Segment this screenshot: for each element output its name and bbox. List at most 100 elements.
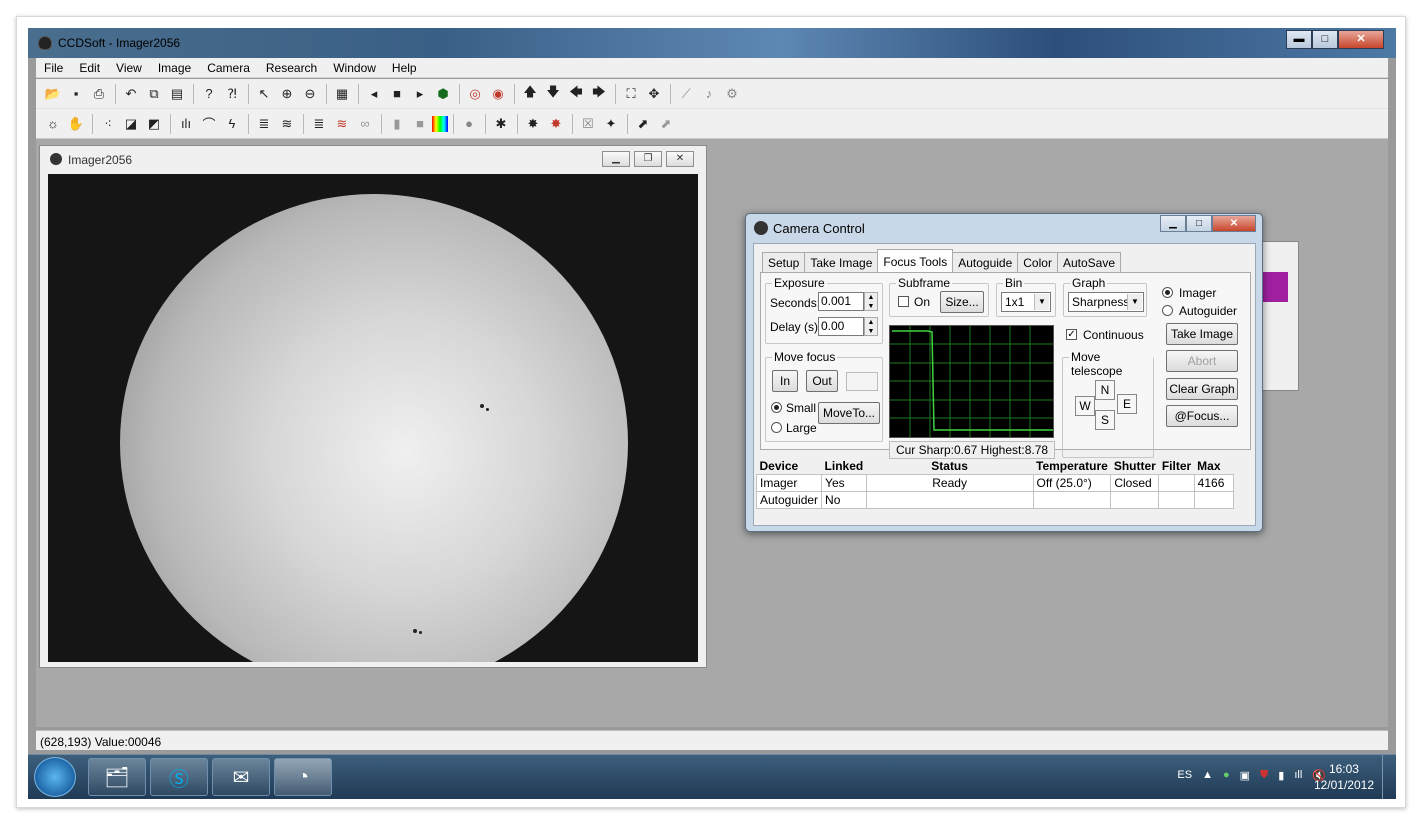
imager-radio[interactable]: [1162, 287, 1173, 298]
circle-icon[interactable]: ●: [458, 113, 480, 135]
child-restore-button[interactable]: ❐: [634, 151, 662, 167]
invert-icon[interactable]: ◪: [120, 113, 142, 135]
telescope-icon[interactable]: ⟋: [675, 83, 697, 105]
print-icon[interactable]: ⎙: [88, 83, 110, 105]
small-step-radio[interactable]: [771, 402, 782, 413]
security-icon[interactable]: ●: [1223, 769, 1230, 782]
seconds-input[interactable]: 0.001: [818, 292, 864, 311]
skype-taskbar-button[interactable]: Ⓢ: [150, 758, 208, 796]
open-folder-icon[interactable]: 📂: [42, 83, 64, 105]
paste-icon[interactable]: ▤: [166, 83, 188, 105]
child-minimize-button[interactable]: ▁: [602, 151, 630, 167]
context-help-icon[interactable]: ⁈: [221, 83, 243, 105]
abort-button[interactable]: Abort: [1166, 350, 1238, 372]
focus-steps-input[interactable]: [846, 372, 878, 391]
tab-setup[interactable]: Setup: [762, 252, 806, 272]
stack-add-icon[interactable]: ≋: [276, 113, 298, 135]
thunderbird-taskbar-button[interactable]: ✉: [212, 758, 270, 796]
collapse-icon[interactable]: ✥: [643, 83, 665, 105]
maximize-button[interactable]: □: [1312, 30, 1338, 49]
table-row[interactable]: Autoguider No: [755, 491, 1235, 509]
zoom-in-icon[interactable]: ⊕: [276, 83, 298, 105]
antivirus-icon[interactable]: ⛊: [1260, 769, 1268, 782]
device-icon[interactable]: ▮: [1278, 769, 1284, 782]
gray-block-icon[interactable]: ▮: [386, 113, 408, 135]
graph-select[interactable]: Sharpness ▼: [1068, 292, 1144, 312]
pointer-icon[interactable]: ↖: [253, 83, 275, 105]
subframe-on-checkbox[interactable]: [898, 296, 909, 307]
stop-icon[interactable]: ■: [386, 83, 408, 105]
arrow-box-gray-icon[interactable]: ⬈: [655, 113, 677, 135]
gray-square-icon[interactable]: ■: [409, 113, 431, 135]
undo-icon[interactable]: ↶: [120, 83, 142, 105]
burst-red-icon[interactable]: ✸: [545, 113, 567, 135]
stars-icon[interactable]: ⁖: [97, 113, 119, 135]
dialog-close-button[interactable]: ✕: [1212, 215, 1256, 232]
slew-up-icon[interactable]: 🡅: [519, 83, 541, 105]
delay-input[interactable]: 0.00: [818, 317, 864, 336]
curve-icon[interactable]: ⌒: [198, 113, 220, 135]
size-button[interactable]: Size...: [940, 291, 984, 313]
x-box-icon[interactable]: ☒: [577, 113, 599, 135]
profile-icon[interactable]: ϟ: [221, 113, 243, 135]
camera-icon[interactable]: ⚙: [721, 83, 743, 105]
tab-color[interactable]: Color: [1017, 252, 1058, 272]
zoom-out-icon[interactable]: ⊖: [299, 83, 321, 105]
slew-down-icon[interactable]: 🡇: [542, 83, 564, 105]
signal-icon[interactable]: ıll: [1294, 769, 1302, 782]
explorer-taskbar-button[interactable]: 🗂: [88, 758, 146, 796]
color-combine-icon[interactable]: ≋: [331, 113, 353, 135]
focus-in-button[interactable]: In: [772, 370, 798, 392]
south-button[interactable]: S: [1095, 410, 1115, 430]
bin-select[interactable]: 1x1 ▼: [1001, 292, 1051, 312]
delay-spinner[interactable]: ▲ ▼: [864, 317, 878, 336]
west-button[interactable]: W: [1075, 396, 1095, 416]
autoguider-radio[interactable]: [1162, 305, 1173, 316]
focus-out-button[interactable]: Out: [806, 370, 838, 392]
menu-view[interactable]: View: [108, 58, 150, 77]
language-indicator[interactable]: ES: [1177, 769, 1192, 782]
help-icon[interactable]: ?: [198, 83, 220, 105]
east-button[interactable]: E: [1117, 394, 1137, 414]
moveto-button[interactable]: MoveTo...: [818, 402, 880, 424]
star-box-icon[interactable]: ✦: [600, 113, 622, 135]
take-image-button[interactable]: Take Image: [1166, 323, 1238, 345]
imager-window-titlebar[interactable]: Imager2056 ▁ ❐ ✕: [40, 146, 706, 172]
sound-icon[interactable]: ♪: [698, 83, 720, 105]
hand-icon[interactable]: ✋: [65, 113, 87, 135]
next-icon[interactable]: ▸: [409, 83, 431, 105]
menu-image[interactable]: Image: [150, 58, 199, 77]
tab-focus-tools[interactable]: Focus Tools: [877, 249, 954, 272]
clear-graph-button[interactable]: Clear Graph: [1166, 378, 1238, 400]
start-button[interactable]: [34, 757, 76, 797]
table-row[interactable]: Imager Yes Ready Off (25.0°) Closed 4166: [755, 474, 1235, 492]
seconds-spinner[interactable]: ▲ ▼: [864, 292, 878, 311]
taskbar-clock[interactable]: 16:03 12/01/2012: [1314, 761, 1374, 793]
combine-icon[interactable]: ≣: [308, 113, 330, 135]
close-button[interactable]: ✕: [1338, 30, 1384, 49]
menu-camera[interactable]: Camera: [199, 58, 258, 77]
menu-window[interactable]: Window: [325, 58, 384, 77]
previous-icon[interactable]: ◂: [363, 83, 385, 105]
histogram-icon[interactable]: ılı: [175, 113, 197, 135]
ve-icon[interactable]: ▣: [1240, 769, 1250, 782]
target-icon[interactable]: ◎: [464, 83, 486, 105]
color-palette-icon[interactable]: [432, 115, 448, 132]
stack-icon[interactable]: ≣: [253, 113, 275, 135]
tab-autosave[interactable]: AutoSave: [1056, 252, 1121, 272]
expand-icon[interactable]: ⛶: [620, 83, 642, 105]
minimize-button[interactable]: ▬: [1286, 30, 1312, 49]
tab-take-image[interactable]: Take Image: [804, 252, 879, 272]
app-title-bar[interactable]: CCDSoft - Imager2056 ▬ □ ✕: [28, 28, 1396, 58]
arrow-box-icon[interactable]: ⬈: [632, 113, 654, 135]
ccdsoft-taskbar-button[interactable]: ◔: [274, 758, 332, 796]
brightness-icon[interactable]: ☼: [42, 113, 64, 135]
slew-right-icon[interactable]: 🡆: [588, 83, 610, 105]
tray-expand-icon[interactable]: ▲: [1202, 769, 1213, 782]
menu-help[interactable]: Help: [384, 58, 425, 77]
copy-icon[interactable]: ⧉: [143, 83, 165, 105]
child-close-button[interactable]: ✕: [666, 151, 694, 167]
save-icon[interactable]: ▪: [65, 83, 87, 105]
at-focus-button[interactable]: @Focus...: [1166, 405, 1238, 427]
menu-file[interactable]: File: [36, 58, 71, 77]
